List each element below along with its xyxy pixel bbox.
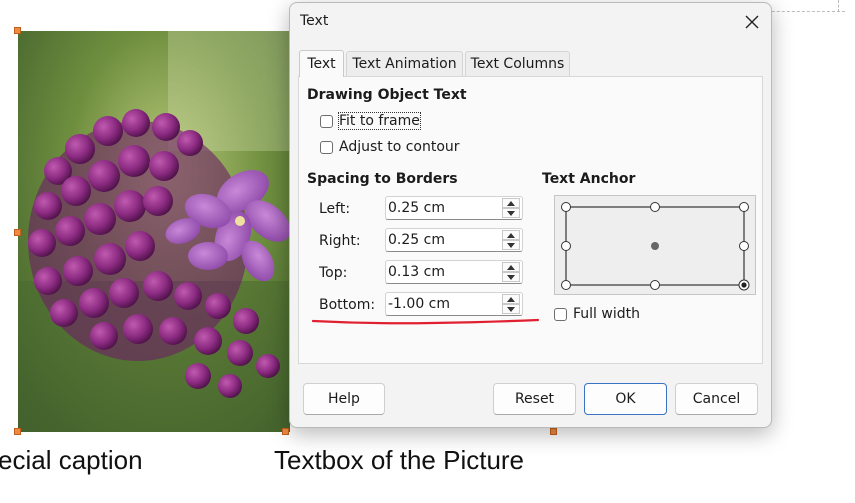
dialog-title: Text [300,13,329,29]
adjust-to-contour-checkbox[interactable]: Adjust to contour [320,139,460,155]
selection-handle[interactable] [14,229,21,236]
adjust-to-contour-label: Adjust to contour [339,139,460,155]
full-width-box[interactable] [554,307,567,321]
caption-left: ecial caption [0,445,143,475]
left-spinbox[interactable] [385,196,523,220]
drawing-object-text-heading: Drawing Object Text [307,87,467,103]
reset-button[interactable]: Reset [493,383,576,415]
right-spin-arrows[interactable] [502,230,520,250]
selection-handle[interactable] [14,428,21,435]
lilac-photo[interactable] [18,31,290,432]
bottom-spin-arrows[interactable] [502,294,520,314]
left-input[interactable] [388,199,496,217]
right-decrement[interactable] [502,240,520,250]
anchor-bottom-center[interactable] [650,280,660,290]
right-increment[interactable] [502,230,520,240]
anchor-top-right[interactable] [739,202,749,212]
left-label: Left: [319,201,351,217]
tab-text[interactable]: Text [299,50,344,77]
chevron-down-icon [507,242,515,248]
ok-button[interactable]: OK [584,383,667,415]
cancel-button[interactable]: Cancel [675,383,758,415]
anchor-top-left[interactable] [561,202,571,212]
top-spin-arrows[interactable] [502,262,520,282]
right-input[interactable] [388,231,496,249]
selection-handle[interactable] [550,428,557,435]
right-spinbox[interactable] [385,228,523,252]
bottom-spinbox[interactable] [385,292,523,316]
top-spinbox[interactable] [385,260,523,284]
tab-text-columns[interactable]: Text Columns [465,51,570,76]
bottom-input[interactable] [388,295,496,313]
left-increment[interactable] [502,198,520,208]
chevron-up-icon [507,200,515,206]
fit-to-frame-label: Fit to frame [338,112,421,130]
top-decrement[interactable] [502,272,520,282]
bottom-label: Bottom: [319,297,376,313]
anchor-middle-left[interactable] [561,241,571,251]
text-anchor-selector[interactable] [554,195,756,295]
spacing-to-borders-heading: Spacing to Borders [307,171,458,187]
close-button[interactable] [738,9,766,35]
anchor-bottom-left[interactable] [561,280,571,290]
adjust-to-contour-box[interactable] [320,140,333,154]
left-spin-arrows[interactable] [502,198,520,218]
red-underline-annotation [312,318,540,325]
text-dialog: Text Text Text Animation Text Columns Dr… [289,2,772,428]
selection-handle[interactable] [282,428,289,435]
chevron-up-icon [507,232,515,238]
anchor-middle-right[interactable] [739,241,749,251]
bottom-decrement[interactable] [502,304,520,314]
chevron-down-icon [507,306,515,312]
tab-text-animation[interactable]: Text Animation [346,51,463,76]
top-increment[interactable] [502,262,520,272]
right-label: Right: [319,233,361,249]
page-boundary-line-vertical [838,0,839,12]
bottom-increment[interactable] [502,294,520,304]
help-button[interactable]: Help [303,383,385,415]
fit-to-frame-checkbox[interactable]: Fit to frame [320,112,421,130]
chevron-down-icon [507,210,515,216]
left-decrement[interactable] [502,208,520,218]
anchor-selected-dot [741,282,747,288]
anchor-center[interactable] [651,242,659,250]
full-width-checkbox[interactable]: Full width [554,306,640,322]
top-label: Top: [319,265,348,281]
caption-textbox[interactable]: Textbox of the Picture [274,445,524,476]
anchor-top-center[interactable] [650,202,660,212]
selection-handle[interactable] [14,27,21,34]
text-anchor-heading: Text Anchor [542,171,636,187]
chevron-up-icon [507,264,515,270]
lilac-image [18,31,290,432]
chevron-up-icon [507,296,515,302]
full-width-label: Full width [573,306,640,322]
top-input[interactable] [388,263,496,281]
fit-to-frame-box[interactable] [320,114,333,128]
text-anchor-grid[interactable] [555,196,755,294]
chevron-down-icon [507,274,515,280]
close-icon [745,15,759,29]
